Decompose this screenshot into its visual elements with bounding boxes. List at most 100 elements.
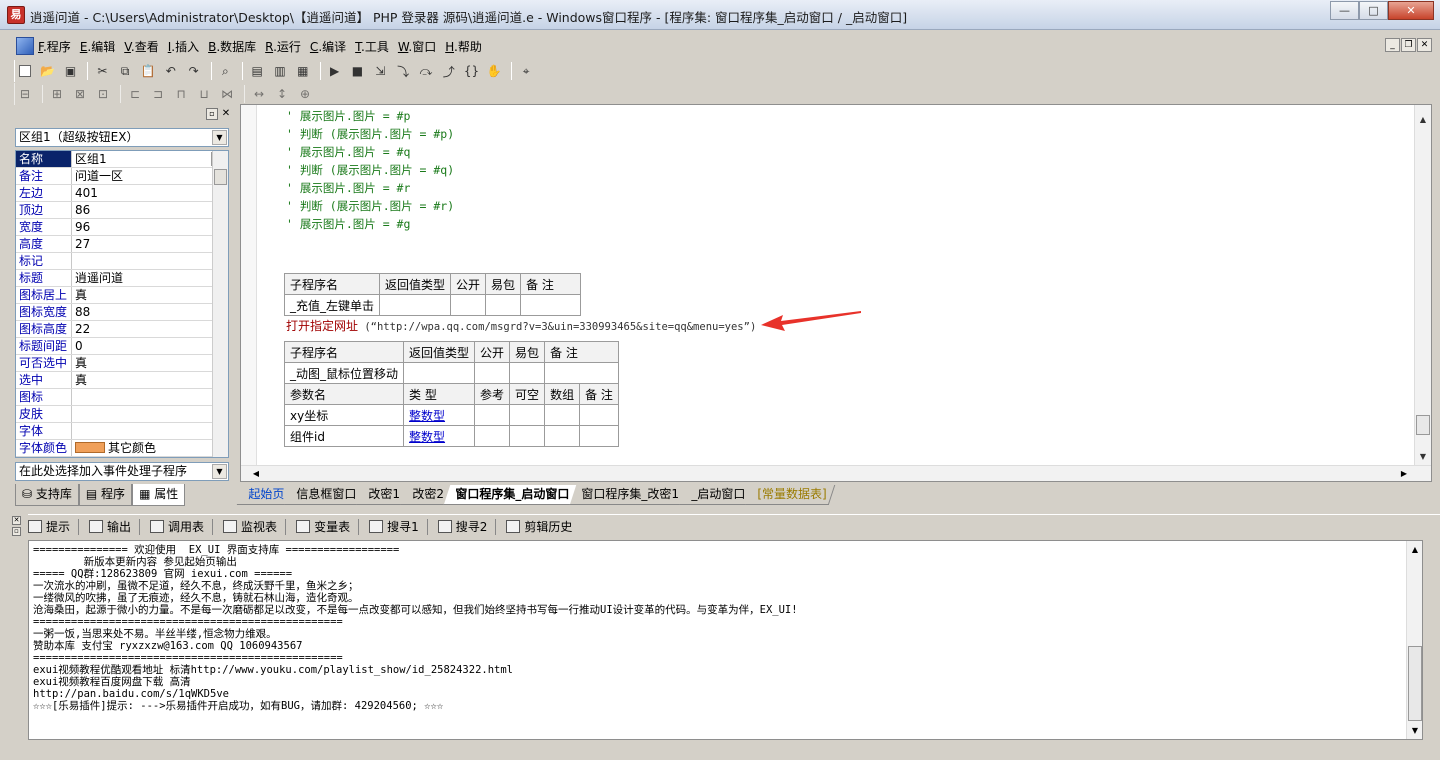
scroll-up-icon[interactable]: ▲	[1408, 543, 1422, 556]
tab-search-1[interactable]: 搜寻1	[369, 518, 428, 535]
scroll-up-icon[interactable]: ▲	[1416, 113, 1430, 127]
property-value[interactable]: 真	[72, 372, 228, 388]
property-row[interactable]: 图标	[16, 389, 228, 406]
save-icon[interactable]: ▣	[61, 62, 81, 80]
mdi-minimize-icon[interactable]: _	[1385, 38, 1400, 52]
property-row[interactable]: 字体颜色 其它颜色	[16, 440, 228, 457]
table-cell[interactable]	[509, 404, 546, 426]
table-cell[interactable]	[474, 362, 511, 384]
property-value[interactable]: 0	[72, 338, 228, 354]
property-value[interactable]: 86	[72, 202, 228, 218]
align-top-icon[interactable]: ⊡	[93, 85, 113, 103]
run-icon[interactable]: ▶	[325, 62, 345, 80]
step-out-icon[interactable]: ⤴	[439, 62, 459, 80]
menu-edit[interactable]: E.编辑	[80, 38, 115, 55]
table-cell[interactable]	[403, 362, 476, 384]
code-line[interactable]: ' 判断 (展示图片.图片 = #p)	[286, 125, 454, 143]
panel-close-icon[interactable]: ✕	[12, 516, 21, 525]
table-cell[interactable]	[544, 404, 581, 426]
resize-h-icon[interactable]: ↔	[249, 85, 269, 103]
tab-clip-history[interactable]: 剪辑历史	[506, 518, 572, 535]
property-value[interactable]	[72, 423, 228, 439]
tab-output[interactable]: 输出	[89, 518, 141, 535]
property-value[interactable]: 401	[72, 185, 228, 201]
output-scrollbar[interactable]: ▲ ▼	[1406, 541, 1422, 739]
param-name[interactable]: xy坐标	[283, 404, 405, 426]
menu-help[interactable]: H.帮助	[445, 38, 482, 55]
tab-startup-window[interactable]: _启动窗口	[679, 485, 755, 505]
scroll-thumb[interactable]	[1408, 646, 1422, 721]
same-height-icon[interactable]: ⊐	[148, 85, 168, 103]
step-icon[interactable]: ⇲	[370, 62, 390, 80]
menu-database[interactable]: B.数据库	[208, 38, 256, 55]
property-value[interactable]: 逍遥问道	[72, 270, 228, 286]
property-row[interactable]: 图标高度 22	[16, 321, 228, 338]
property-value[interactable]: 其它颜色	[72, 440, 228, 456]
redo-icon[interactable]: ↷	[184, 62, 204, 80]
mdi-restore-icon[interactable]: ❐	[1401, 38, 1416, 52]
param-type-link[interactable]: 整数型	[409, 430, 445, 444]
menu-compile[interactable]: C.编译	[310, 38, 346, 55]
event-selector[interactable]: 在此处选择加入事件处理子程序 ▼	[15, 462, 229, 481]
table-cell[interactable]	[379, 294, 452, 316]
undo-icon[interactable]: ↶	[161, 62, 181, 80]
code-line[interactable]: ' 展示图片.图片 = #q	[286, 143, 454, 161]
property-row[interactable]: 高度 27	[16, 236, 228, 253]
tab-call-stack[interactable]: 调用表	[150, 518, 214, 535]
property-row[interactable]: 标记	[16, 253, 228, 270]
table-cell[interactable]	[520, 294, 582, 316]
property-row[interactable]: 图标宽度 88	[16, 304, 228, 321]
component-selector[interactable]: 区组1（超级按钮EX） ▼	[15, 128, 229, 147]
tab-program[interactable]: ▤ 程序	[78, 484, 133, 506]
tab-message-window[interactable]: 信息框窗口	[284, 485, 366, 505]
property-row[interactable]: 标题 逍遥问道	[16, 270, 228, 287]
editor-vertical-scrollbar[interactable]: ▲ ▼	[1414, 105, 1431, 465]
tab-variables[interactable]: 变量表	[296, 518, 360, 535]
pin-icon[interactable]: ▫	[12, 527, 21, 536]
align-right-icon[interactable]: ⊠	[70, 85, 90, 103]
tab-search-2[interactable]: 搜寻2	[437, 518, 497, 535]
property-row[interactable]: 皮肤	[16, 406, 228, 423]
code-line[interactable]: ' 判断 (展示图片.图片 = #r)	[286, 197, 454, 215]
tab-library[interactable]: ⛁ 支持库	[15, 484, 79, 506]
property-value[interactable]: 88	[72, 304, 228, 320]
menu-run[interactable]: R.运行	[265, 38, 301, 55]
property-value[interactable]: 27	[72, 236, 228, 252]
param-type[interactable]: 整数型	[403, 425, 476, 447]
property-value[interactable]: 问道一区	[72, 168, 228, 184]
table-cell[interactable]	[450, 294, 487, 316]
open-folder-icon[interactable]: 📂	[38, 62, 58, 80]
align-center-icon[interactable]: ⊞	[47, 85, 67, 103]
space-h-icon[interactable]: ⊓	[171, 85, 191, 103]
property-row[interactable]: 标题间距 0	[16, 338, 228, 355]
scroll-right-icon[interactable]: ▶	[1397, 467, 1411, 481]
layout-3-icon[interactable]: ▦	[293, 62, 313, 80]
same-width-icon[interactable]: ⊏	[125, 85, 145, 103]
code-line[interactable]: ' 展示图片.图片 = #r	[286, 179, 454, 197]
table-cell[interactable]	[544, 362, 619, 384]
table-cell[interactable]	[509, 362, 546, 384]
editor-horizontal-scrollbar[interactable]: ◀ ▶	[241, 465, 1431, 481]
chevron-down-icon[interactable]: ▼	[212, 130, 227, 145]
property-value[interactable]: 真	[72, 287, 228, 303]
hand-icon[interactable]: ✋	[484, 62, 504, 80]
breakpoint-icon[interactable]: {}	[462, 62, 482, 80]
property-row[interactable]: 可否选中真	[16, 355, 228, 372]
tab-hint[interactable]: 提示	[28, 518, 80, 535]
find-icon[interactable]: ⌕	[216, 62, 236, 80]
panel-close-icon[interactable]: ✕	[220, 108, 232, 120]
menu-insert[interactable]: I.插入	[168, 38, 199, 55]
property-row[interactable]: 名称区组1···	[16, 151, 228, 168]
table-cell[interactable]	[474, 404, 511, 426]
space-v-icon[interactable]: ⊔	[194, 85, 214, 103]
new-file-icon[interactable]	[15, 62, 35, 80]
menu-tools[interactable]: T.工具	[355, 38, 389, 55]
property-row[interactable]: 字体	[16, 423, 228, 440]
cut-icon[interactable]: ✂	[92, 62, 112, 80]
subroutine-name[interactable]: _充值_左键单击	[283, 294, 381, 316]
step-into-icon[interactable]: ⤵	[393, 62, 413, 80]
property-value[interactable]: 22	[72, 321, 228, 337]
table-cell[interactable]	[579, 404, 619, 426]
step-over-icon[interactable]: ⤼	[416, 62, 436, 80]
property-value[interactable]: 真	[72, 355, 228, 371]
